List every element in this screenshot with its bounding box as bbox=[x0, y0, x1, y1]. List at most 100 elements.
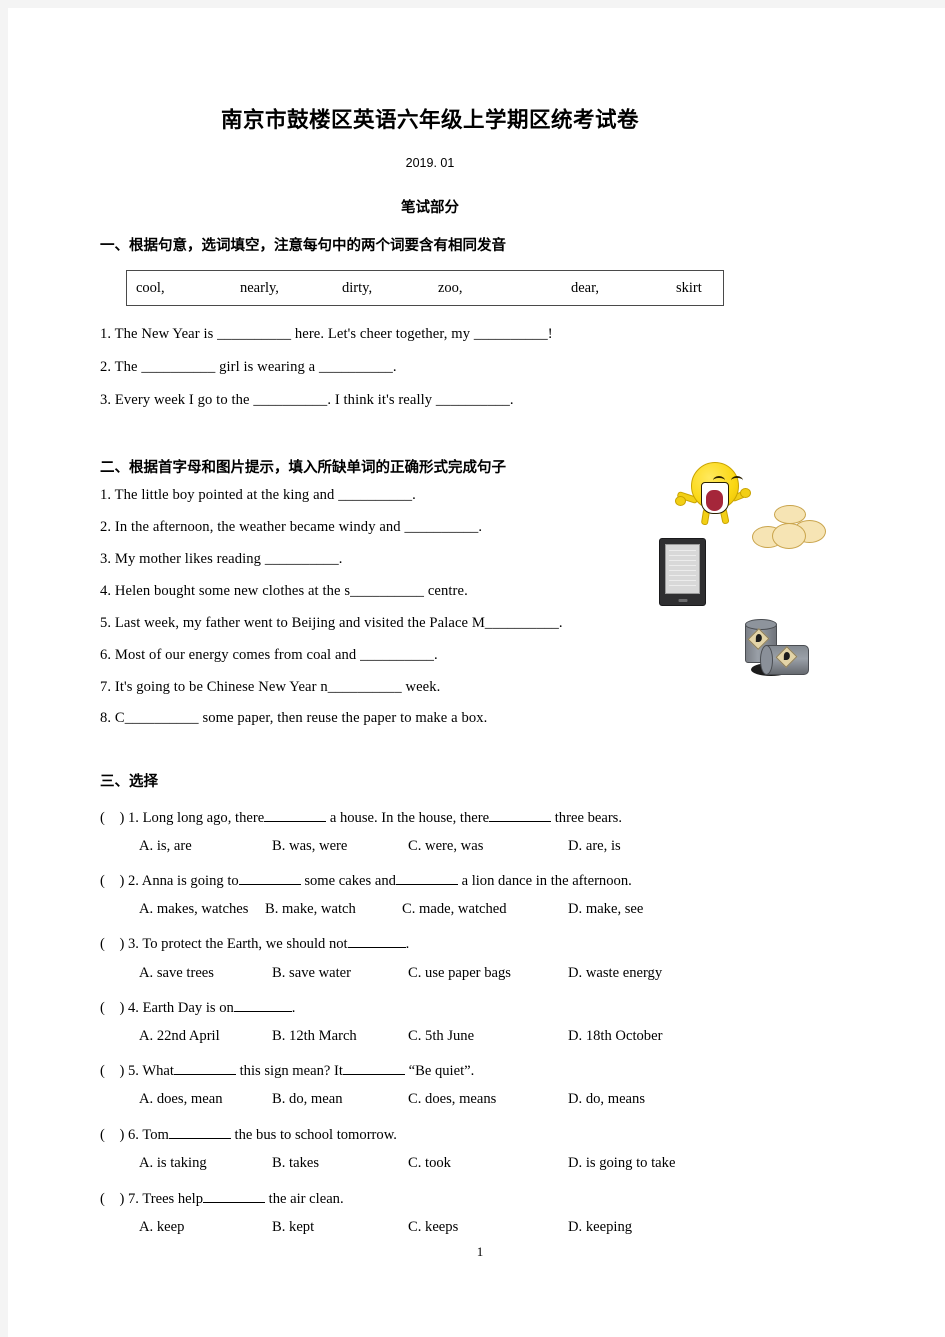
section-2-question: 7. It's going to be Chinese New Year n__… bbox=[100, 679, 441, 695]
option-d[interactable]: D. is going to take bbox=[568, 1155, 675, 1172]
option-b[interactable]: B. make, watch bbox=[265, 901, 356, 918]
stem-text: Anna is going to bbox=[138, 873, 239, 889]
option-d[interactable]: D. do, means bbox=[568, 1091, 645, 1108]
option-d[interactable]: D. 18th October bbox=[568, 1028, 662, 1045]
word-bank-item: zoo, bbox=[438, 280, 463, 296]
option-b[interactable]: B. do, mean bbox=[272, 1091, 343, 1108]
exam-date: 2019. 01 bbox=[405, 156, 455, 170]
section-2-heading: 二、根据首字母和图片提示，填入所缺单词的正确形式完成句子 bbox=[100, 460, 506, 476]
choice-options: A. keep B. kept C. keeps D. keeping bbox=[100, 1219, 800, 1239]
option-b[interactable]: B. 12th March bbox=[272, 1028, 357, 1045]
section-2-question: 6. Most of our energy comes from coal an… bbox=[100, 647, 438, 663]
option-b[interactable]: B. takes bbox=[272, 1155, 319, 1172]
stem-text: Long long ago, there bbox=[138, 810, 265, 826]
answer-blank bbox=[342, 1060, 405, 1075]
option-a[interactable]: A. does, mean bbox=[139, 1091, 223, 1108]
option-c[interactable]: C. made, watched bbox=[402, 901, 507, 918]
choice-options: A. does, mean B. do, mean C. does, means… bbox=[100, 1091, 800, 1111]
stem-text: . bbox=[291, 1000, 296, 1016]
stem-text: To protect the Earth, we should not bbox=[138, 936, 348, 952]
answer-bracket[interactable]: ( ) bbox=[100, 1063, 128, 1080]
answer-bracket[interactable]: ( ) bbox=[100, 1191, 128, 1208]
option-c[interactable]: C. 5th June bbox=[408, 1028, 474, 1045]
answer-blank bbox=[173, 1060, 236, 1075]
option-a[interactable]: A. save trees bbox=[139, 965, 214, 982]
clouds-icon bbox=[752, 504, 826, 552]
option-a[interactable]: A. makes, watches bbox=[139, 901, 248, 918]
option-a[interactable]: A. is taking bbox=[139, 1155, 207, 1172]
page-number: 1 bbox=[476, 1244, 484, 1259]
option-a[interactable]: A. is, are bbox=[139, 838, 192, 855]
answer-bracket[interactable]: ( ) bbox=[100, 873, 128, 890]
choice-options: A. save trees B. save water C. use paper… bbox=[100, 965, 800, 985]
word-bank-item: skirt bbox=[676, 280, 702, 296]
question-number: 1. bbox=[128, 810, 139, 826]
option-b[interactable]: B. kept bbox=[272, 1219, 314, 1236]
option-d[interactable]: D. make, see bbox=[568, 901, 643, 918]
stem-text: this sign mean? It bbox=[235, 1063, 343, 1079]
choice-question-stem: ( ) 1. Long long ago, there a house. In t… bbox=[100, 807, 622, 827]
answer-bracket[interactable]: ( ) bbox=[100, 810, 128, 827]
stem-text: the air clean. bbox=[265, 1191, 344, 1207]
option-b[interactable]: B. was, were bbox=[272, 838, 347, 855]
stem-text: a house. In the house, there bbox=[326, 810, 490, 826]
choice-question-stem: ( ) 6. Tom the bus to school tomorrow. bbox=[100, 1124, 397, 1144]
word-bank-item: nearly, bbox=[240, 280, 279, 296]
stem-text: a lion dance in the afternoon. bbox=[457, 873, 632, 889]
option-a[interactable]: A. keep bbox=[139, 1219, 184, 1236]
word-bank-item: cool, bbox=[136, 280, 165, 296]
section-1-question: 1. The New Year is __________ here. Let'… bbox=[100, 326, 553, 342]
answer-blank bbox=[347, 933, 406, 948]
answer-bracket[interactable]: ( ) bbox=[100, 1127, 128, 1144]
question-number: 2. bbox=[128, 873, 139, 889]
question-number: 6. bbox=[128, 1127, 139, 1143]
option-c[interactable]: C. use paper bags bbox=[408, 965, 511, 982]
stem-text: the bus to school tomorrow. bbox=[230, 1127, 397, 1143]
choice-question-stem: ( ) 4. Earth Day is on. bbox=[100, 997, 295, 1017]
oil-barrels-icon bbox=[741, 619, 813, 679]
section-3-heading: 三、选择 bbox=[100, 774, 158, 790]
stem-text: Trees help bbox=[138, 1191, 204, 1207]
page-title: 南京市鼓楼区英语六年级上学期区统考试卷 bbox=[220, 108, 639, 132]
answer-blank bbox=[238, 870, 301, 885]
answer-bracket[interactable]: ( ) bbox=[100, 936, 128, 953]
answer-blank bbox=[395, 870, 458, 885]
answer-blank bbox=[233, 997, 292, 1012]
option-c[interactable]: C. keeps bbox=[408, 1219, 458, 1236]
laughing-emoji-icon bbox=[675, 460, 751, 526]
answer-blank bbox=[168, 1124, 231, 1139]
answer-blank bbox=[489, 807, 552, 822]
section-2-question: 2. In the afternoon, the weather became … bbox=[100, 519, 483, 535]
section-2-question: 5. Last week, my father went to Beijing … bbox=[100, 615, 563, 631]
question-number: 5. bbox=[128, 1063, 139, 1079]
option-a[interactable]: A. 22nd April bbox=[139, 1028, 220, 1045]
answer-blank bbox=[264, 807, 327, 822]
section-2-question: 1. The little boy pointed at the king an… bbox=[100, 487, 416, 503]
word-bank-box: cool, nearly, dirty, zoo, dear, skirt bbox=[126, 270, 724, 306]
stem-text: Tom bbox=[138, 1127, 169, 1143]
option-c[interactable]: C. does, means bbox=[408, 1091, 496, 1108]
option-b[interactable]: B. save water bbox=[272, 965, 351, 982]
choice-options: A. 22nd April B. 12th March C. 5th June … bbox=[100, 1028, 800, 1048]
choice-options: A. makes, watches B. make, watch C. made… bbox=[100, 901, 800, 921]
choice-question-stem: ( ) 5. What this sign mean? It “Be quiet”… bbox=[100, 1060, 474, 1080]
e-reader-icon bbox=[659, 538, 706, 606]
option-c[interactable]: C. took bbox=[408, 1155, 451, 1172]
answer-blank bbox=[203, 1188, 266, 1203]
section-2-question: 8. C__________ some paper, then reuse th… bbox=[100, 710, 488, 726]
option-c[interactable]: C. were, was bbox=[408, 838, 483, 855]
choice-question-stem: ( ) 3. To protect the Earth, we should no… bbox=[100, 933, 409, 953]
question-number: 7. bbox=[128, 1191, 139, 1207]
choice-question-stem: ( ) 2. Anna is going to some cakes and a … bbox=[100, 870, 632, 890]
section-2-question: 3. My mother likes reading __________. bbox=[100, 551, 343, 567]
choice-options: A. is, are B. was, were C. were, was D. … bbox=[100, 838, 800, 858]
option-d[interactable]: D. keeping bbox=[568, 1219, 632, 1236]
option-d[interactable]: D. waste energy bbox=[568, 965, 662, 982]
page-content: 南京市鼓楼区英语六年级上学期区统考试卷 2019. 01 笔试部分 一、根据句意… bbox=[100, 8, 860, 1337]
answer-bracket[interactable]: ( ) bbox=[100, 1000, 128, 1017]
option-d[interactable]: D. are, is bbox=[568, 838, 621, 855]
stem-text: . bbox=[405, 936, 410, 952]
choice-options: A. is taking B. takes C. took D. is goin… bbox=[100, 1155, 800, 1175]
stem-text: some cakes and bbox=[300, 873, 396, 889]
stem-text: “Be quiet”. bbox=[404, 1063, 475, 1079]
